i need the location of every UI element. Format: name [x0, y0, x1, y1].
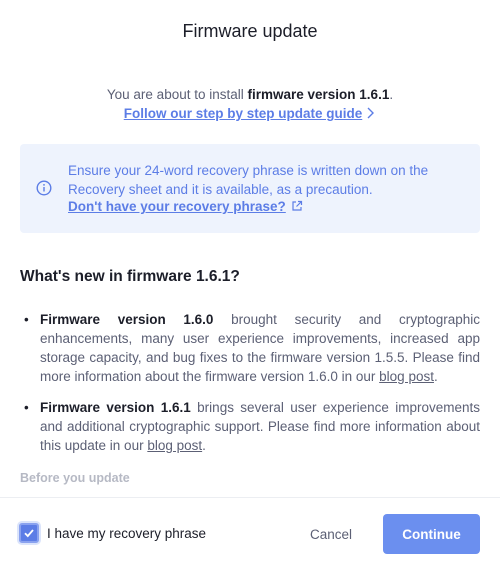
- before-you-update-heading: Before you update: [20, 471, 130, 485]
- whats-new-heading: What's new in firmware 1.6.1?: [20, 268, 240, 285]
- release-note-1-6-1: Firmware version 1.6.1 brings several us…: [20, 398, 480, 455]
- info-icon: [36, 180, 52, 196]
- recovery-phrase-checkbox-label[interactable]: I have my recovery phrase: [47, 526, 206, 541]
- intro-prefix: You are about to install: [106, 87, 248, 102]
- blog-post-link[interactable]: blog post: [379, 369, 434, 384]
- blog-post-link[interactable]: blog post: [147, 438, 202, 453]
- guide-link-row: Follow our step by step update guide: [0, 106, 500, 121]
- release-note-end: .: [202, 438, 206, 453]
- recovery-phrase-notice: Ensure your 24-word recovery phrase is w…: [20, 144, 480, 233]
- intro-suffix: .: [389, 87, 394, 102]
- recovery-phrase-checkbox[interactable]: [19, 523, 39, 543]
- chevron-right-icon: [367, 107, 375, 119]
- continue-button[interactable]: Continue: [383, 514, 480, 554]
- firmware-update-dialog: Firmware update You are about to install…: [0, 0, 500, 569]
- cancel-button[interactable]: Cancel: [296, 514, 366, 554]
- release-note-1-6-0: Firmware version 1.6.0 brought security …: [20, 310, 480, 386]
- no-recovery-phrase-link-label: Don't have your recovery phrase?: [68, 199, 286, 214]
- dialog-title: Firmware update: [182, 21, 318, 41]
- checkmark-icon: [24, 529, 34, 538]
- no-recovery-phrase-link[interactable]: Don't have your recovery phrase?: [68, 199, 303, 214]
- intro-version: firmware version 1.6.1: [247, 87, 390, 102]
- notice-text: Ensure your 24-word recovery phrase is w…: [68, 163, 429, 197]
- external-link-icon: [292, 200, 302, 211]
- update-guide-link[interactable]: Follow our step by step update guide: [124, 106, 363, 121]
- release-notes-list: Firmware version 1.6.0 brought security …: [20, 310, 480, 467]
- update-guide-link-label: Follow our step by step update guide: [123, 106, 363, 121]
- release-note-version: Firmware version 1.6.1: [40, 400, 191, 415]
- release-note-version: Firmware version 1.6.0: [40, 312, 214, 327]
- release-note-end: .: [433, 369, 438, 384]
- intro-text: You are about to install firmware versio…: [0, 87, 500, 102]
